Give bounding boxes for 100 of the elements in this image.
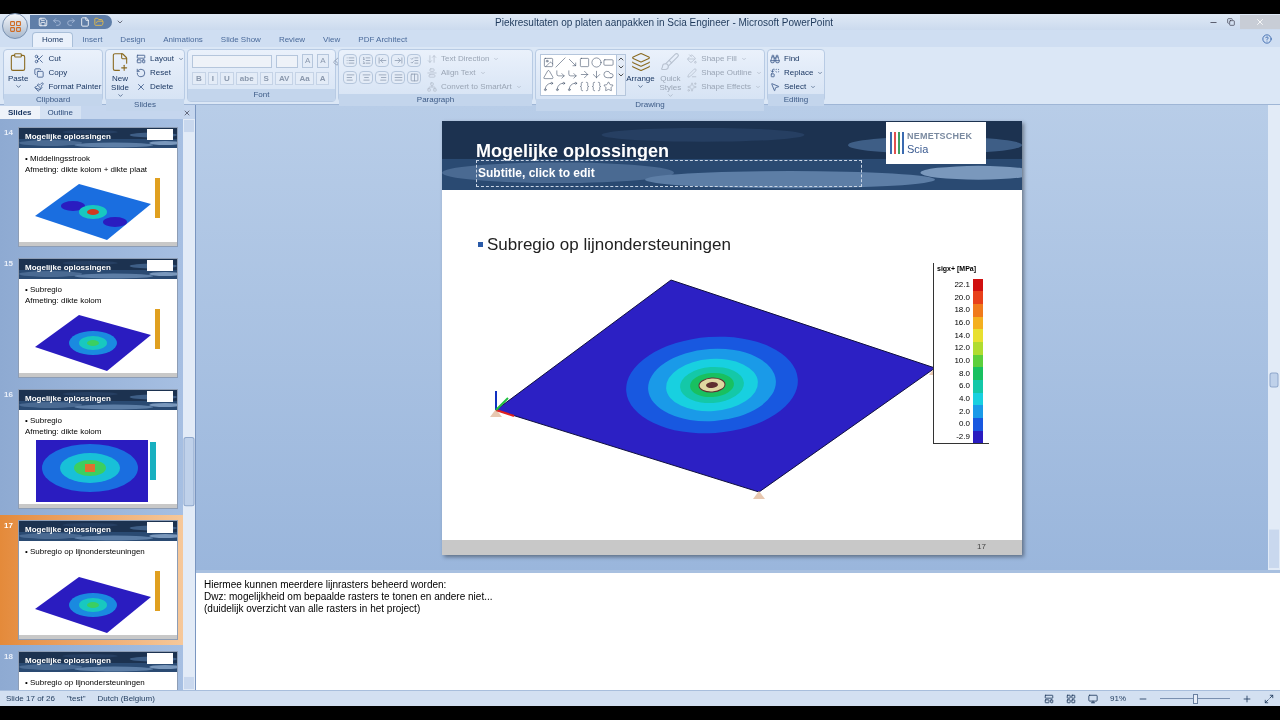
- font-format-button[interactable]: A: [315, 72, 330, 85]
- fit-to-window-icon[interactable]: [1264, 693, 1274, 704]
- undo-icon[interactable]: [52, 17, 62, 27]
- button-icon: [136, 68, 146, 78]
- font-size-button[interactable]: A: [302, 54, 314, 68]
- ribbon-small-button[interactable]: Select: [768, 80, 826, 94]
- thumbnail-title: Mogelijke oplossingen: [25, 394, 111, 404]
- justify-button[interactable]: [391, 71, 405, 84]
- logo-wordmark: NEMETSCHEK: [907, 130, 973, 144]
- button-icon: [660, 52, 681, 72]
- ribbon-tab[interactable]: View: [314, 32, 350, 47]
- ribbon-tab[interactable]: Home: [32, 32, 74, 47]
- shape-icon: [579, 57, 591, 68]
- align-right-button[interactable]: [375, 71, 389, 84]
- ribbon-large-button[interactable]: Arrange: [625, 50, 656, 90]
- button-icon: [770, 82, 780, 92]
- ribbon-small-button[interactable]: Reset: [134, 66, 187, 80]
- ribbon-small-button[interactable]: Replace: [768, 66, 826, 80]
- shapes-gallery[interactable]: [540, 54, 626, 96]
- ribbon-small-button[interactable]: Copy: [32, 66, 104, 80]
- office-logo-icon: [8, 19, 22, 33]
- ribbon-large-button[interactable]: Paste: [4, 50, 33, 90]
- font-format-button[interactable]: B: [192, 72, 206, 85]
- ribbon-small-button[interactable]: Delete: [134, 80, 187, 94]
- font-size-button[interactable]: A: [317, 54, 329, 68]
- align-right-icon: [377, 73, 387, 82]
- zoom-slider[interactable]: [1160, 693, 1230, 704]
- ribbon-small-button[interactable]: Cut: [32, 52, 104, 66]
- button-icon: [427, 54, 437, 64]
- ribbon-tab[interactable]: PDF Architect: [349, 32, 417, 47]
- shape-icon: [603, 57, 615, 68]
- align-center-button[interactable]: [359, 71, 373, 84]
- customize-toolbar-icon[interactable]: [116, 18, 124, 26]
- font-format-button[interactable]: U: [220, 72, 234, 85]
- slide-number: 16: [4, 389, 14, 401]
- ribbon-large-button[interactable]: New Slide: [106, 50, 134, 99]
- zoom-level[interactable]: 91%: [1110, 692, 1126, 705]
- font-name-field[interactable]: [192, 54, 272, 68]
- group-label: Font: [253, 89, 270, 101]
- zoom-slider-thumb[interactable]: [1193, 693, 1198, 704]
- panel-tab[interactable]: Outline: [39, 106, 81, 119]
- vertical-scrollbar[interactable]: [1268, 105, 1280, 570]
- zoom-in-icon[interactable]: [1242, 693, 1252, 704]
- button-icon: [34, 82, 45, 92]
- button-icon: [687, 82, 698, 92]
- font-size-field[interactable]: [276, 54, 298, 68]
- align-left-icon: [345, 73, 355, 82]
- ribbon-small-button[interactable]: Layout: [134, 52, 187, 66]
- align-left-button[interactable]: [343, 71, 357, 84]
- redo-icon[interactable]: [66, 17, 76, 27]
- status-language: Dutch (Belgium): [97, 692, 155, 705]
- folder-icon[interactable]: [94, 17, 104, 27]
- thumbnail-text: • Subregio op lijnondersteuningen: [25, 547, 146, 556]
- button-icon: [136, 82, 146, 92]
- font-format-button[interactable]: abe: [235, 72, 258, 85]
- font-format-button[interactable]: S: [259, 72, 273, 85]
- logo-subtitle: Scia: [907, 143, 930, 155]
- slide-show-icon[interactable]: [1088, 693, 1098, 704]
- ribbon-tab[interactable]: Design: [111, 32, 155, 47]
- ribbon-tab[interactable]: Review: [269, 32, 315, 47]
- gallery-down-icon: [616, 63, 625, 71]
- group-label: Drawing: [635, 99, 665, 111]
- group-label: Slides: [134, 99, 156, 111]
- slide-bullet-text: Subregio op lijnondersteuningen: [487, 233, 731, 256]
- panel-tab[interactable]: Slides: [0, 106, 40, 119]
- line-spacing-button[interactable]: [407, 54, 421, 67]
- ribbon-small-button[interactable]: Format Painter: [32, 80, 104, 94]
- vertical-scrollbar[interactable]: [183, 119, 195, 690]
- help-icon[interactable]: [1262, 34, 1272, 44]
- columns-button[interactable]: [407, 71, 421, 84]
- ribbon-tab[interactable]: Slide Show: [211, 32, 270, 47]
- new-file-icon[interactable]: [80, 17, 90, 27]
- normal-view-icon[interactable]: [1044, 693, 1054, 704]
- shape-icon: [543, 81, 554, 92]
- decrease-indent-button[interactable]: [375, 54, 389, 67]
- restore-icon: [1227, 18, 1235, 26]
- increase-indent-button[interactable]: [391, 54, 405, 67]
- slide-sorter-icon[interactable]: [1066, 693, 1076, 704]
- logo-icon: [147, 391, 173, 402]
- ribbon-tab[interactable]: Insert: [73, 32, 112, 47]
- font-format-button[interactable]: AV: [274, 72, 294, 85]
- button-icon: [136, 54, 146, 64]
- legend-value: -2.9: [955, 433, 971, 442]
- bullets-button[interactable]: [343, 54, 357, 67]
- legend-value: 16.0: [953, 318, 971, 327]
- slide-thumbnail-item[interactable]: 17 Mogelijke oplossingen • Subregio op lijnondersteuningen: [0, 515, 183, 645]
- font-format-button[interactable]: Aa: [295, 72, 314, 85]
- line-spacing-icon: [409, 56, 419, 65]
- numbering-button[interactable]: [359, 54, 373, 67]
- ribbon-small-button[interactable]: Find: [768, 52, 826, 66]
- shape-icon: [555, 69, 567, 80]
- font-format-button[interactable]: I: [207, 72, 218, 85]
- notes-text: Dwz: mogelijkheid om bepaalde rasters te tonen en andere niet...: [204, 591, 494, 603]
- shape-icon: [591, 69, 603, 80]
- gallery-more-icon: [616, 71, 625, 79]
- button-icon: [34, 54, 45, 64]
- button-icon: [110, 52, 130, 72]
- save-icon[interactable]: [38, 17, 48, 27]
- shape-icon: [567, 81, 579, 92]
- ribbon-tab[interactable]: Animations: [154, 32, 212, 47]
